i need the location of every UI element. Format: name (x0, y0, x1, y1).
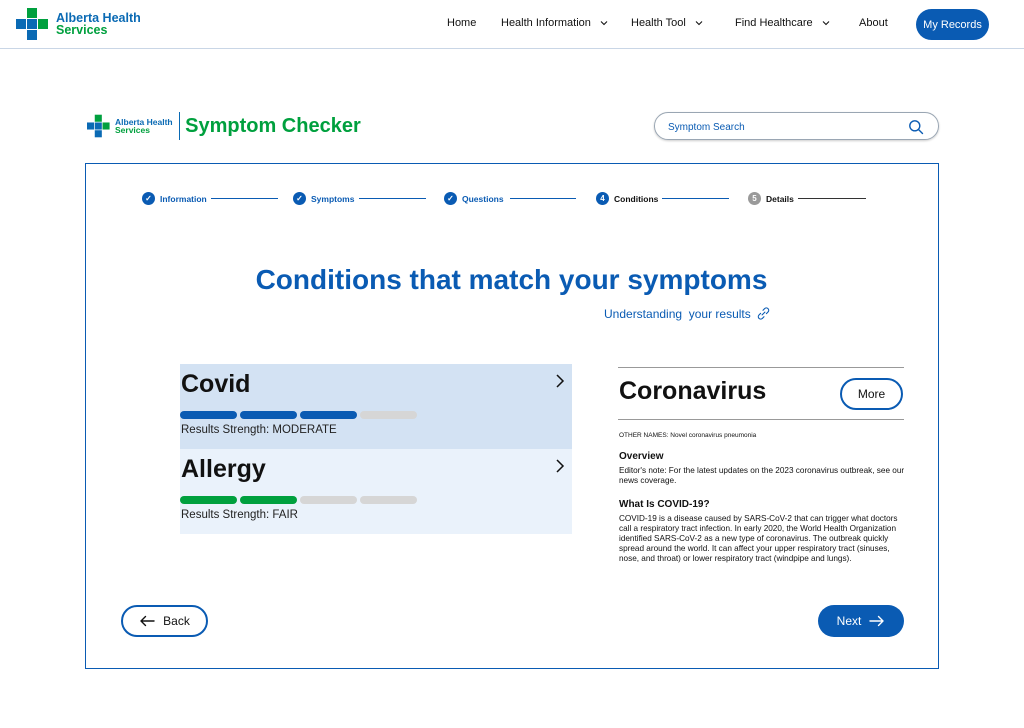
arrow-left-icon (140, 615, 155, 627)
other-names: OTHER NAMES: Novel coronavirus pneumonia (619, 432, 757, 439)
chevron-right-icon (556, 374, 565, 388)
header-divider (178, 112, 181, 140)
link-icon (757, 307, 769, 320)
check-icon: ✓ (444, 192, 457, 205)
understanding-results-link[interactable]: Understanding your results (604, 306, 771, 321)
understanding-results-label: Understanding your results (604, 306, 751, 321)
strength-bar (180, 411, 417, 419)
step-symptoms[interactable]: ✓ Symptoms (293, 192, 354, 205)
step-information-label: Information (160, 193, 207, 204)
chevron-down-icon (600, 21, 608, 26)
divider (618, 419, 904, 420)
arrow-right-icon (869, 615, 885, 627)
page-title: Symptom Checker (185, 114, 361, 137)
step-questions-label: Questions (462, 193, 504, 204)
strength-segment-empty (360, 496, 417, 504)
step-connector (798, 198, 866, 199)
strength-segment-filled (240, 496, 297, 504)
nav-health-information[interactable]: Health Information (501, 17, 609, 29)
strength-segment-filled (240, 411, 297, 419)
step-connector (211, 198, 278, 199)
strength-segment-empty (300, 496, 357, 504)
what-is-heading: What Is COVID-19? (619, 499, 710, 510)
nav-find-healthcare[interactable]: Find Healthcare (735, 17, 831, 29)
strength-segment-filled (180, 496, 237, 504)
step-number: 5 (748, 192, 761, 205)
step-symptoms-label: Symptoms (311, 193, 355, 204)
strength-segment-filled (180, 411, 237, 419)
header-logo-wordmark: Alberta Health Services (115, 117, 173, 135)
chevron-down-icon (822, 21, 830, 26)
nav-home-label: Home (447, 17, 477, 29)
nav-about[interactable]: About (859, 17, 888, 29)
condition-strength: Results Strength: MODERATE (181, 424, 337, 436)
symptom-checker-header: Alberta Health Services Symptom Checker (87, 110, 361, 142)
ahs-cross-icon (16, 8, 48, 40)
my-records-button[interactable]: My Records (916, 9, 989, 40)
step-connector (510, 198, 576, 199)
logo-line-2: Services (56, 23, 108, 37)
strength-bar (180, 496, 417, 504)
nav-home[interactable]: Home (447, 17, 476, 29)
next-button-label: Next (836, 614, 862, 628)
next-button[interactable]: Next (818, 605, 904, 637)
condition-item-allergy[interactable]: Allergy Results Strength: FAIR (180, 449, 572, 534)
step-connector (359, 198, 426, 199)
strength-segment-filled (300, 411, 357, 419)
nav-health-information-label: Health Information (501, 17, 591, 29)
check-icon: ✓ (293, 192, 306, 205)
detail-title: Coronavirus (619, 377, 767, 405)
chevron-down-icon (695, 21, 703, 26)
header-logo-line-2: Services (115, 125, 150, 135)
step-information[interactable]: ✓ Information (142, 192, 207, 205)
step-number: 4 (596, 192, 609, 205)
more-button[interactable]: More (840, 378, 903, 410)
top-navigation: Alberta Health Services Home Health Info… (0, 0, 1024, 49)
ahs-cross-icon (87, 114, 110, 138)
step-conditions-label: Conditions (614, 193, 659, 204)
back-button-label: Back (163, 614, 190, 628)
step-questions[interactable]: ✓ Questions (444, 192, 504, 205)
step-details-label: Details (766, 193, 794, 204)
logo-wordmark: Alberta Health Services (56, 12, 141, 37)
condition-name: Covid (181, 370, 251, 398)
nav-health-tool-label: Health Tool (631, 17, 686, 29)
condition-item-covid[interactable]: Covid Results Strength: MODERATE (180, 364, 572, 449)
conditions-heading: Conditions that match your symptoms (255, 264, 768, 295)
ahs-logo[interactable]: Alberta Health Services (16, 8, 141, 40)
step-details[interactable]: 5 Details (748, 192, 794, 205)
divider (618, 367, 904, 368)
overview-text: Editor's note: For the latest updates on… (619, 466, 905, 485)
nav-find-healthcare-label: Find Healthcare (735, 17, 813, 29)
condition-name: Allergy (181, 455, 266, 483)
step-conditions[interactable]: 4 Conditions (596, 192, 658, 205)
symptom-search[interactable] (654, 112, 939, 140)
what-is-text: COVID-19 is a disease caused by SARS-CoV… (619, 514, 898, 563)
strength-segment-empty (360, 411, 417, 419)
chevron-right-icon (556, 459, 565, 473)
overview-heading: Overview (619, 451, 664, 462)
results-card: ✓ Information ✓ Symptoms ✓ Questions 4 C… (85, 163, 939, 669)
nav-about-label: About (859, 17, 888, 29)
condition-strength: Results Strength: FAIR (181, 509, 298, 521)
search-icon[interactable] (908, 119, 924, 135)
symptom-search-input[interactable] (668, 119, 898, 135)
back-button[interactable]: Back (121, 605, 208, 637)
step-connector (662, 198, 729, 199)
nav-health-tool[interactable]: Health Tool (631, 17, 704, 29)
check-icon: ✓ (142, 192, 155, 205)
